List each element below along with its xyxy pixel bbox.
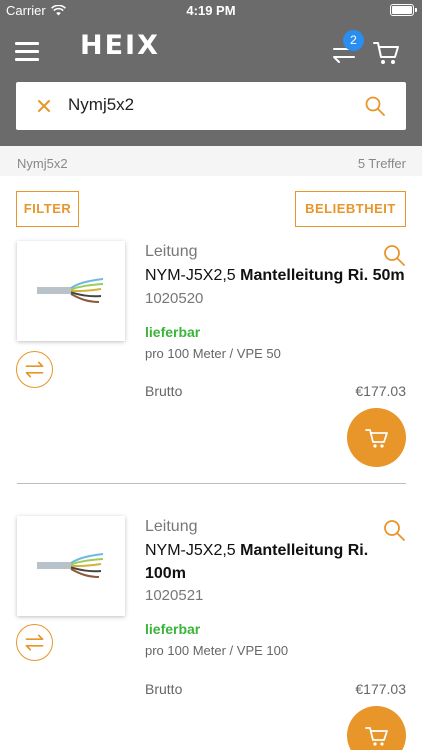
cart-icon — [365, 727, 388, 746]
battery-icon — [390, 4, 417, 16]
product-code: NYM-J5X2,5 — [145, 267, 236, 284]
results-count: 5 Treffer — [357, 156, 406, 171]
product-price: €177.03 — [355, 383, 406, 399]
product-image[interactable] — [17, 516, 125, 616]
product-price: €177.03 — [355, 681, 406, 697]
product-card[interactable]: Leitung NYM-J5X2,5 Mantelleitung Ri. 50m… — [0, 241, 422, 481]
add-to-cart-button[interactable] — [347, 706, 406, 750]
app-logo: HEIX — [80, 30, 160, 61]
product-category: Leitung — [145, 518, 198, 535]
results-summary: Nymj5x2 5 Treffer — [0, 146, 422, 176]
unit-info: pro 100 Meter / VPE 50 — [145, 346, 281, 361]
add-to-cart-button[interactable] — [347, 408, 406, 467]
availability-status: lieferbar — [145, 324, 201, 340]
search-input[interactable]: Nymj5x2 — [68, 95, 134, 115]
compare-toggle-icon[interactable] — [16, 351, 53, 388]
search-bar[interactable]: Nymj5x2 — [16, 82, 406, 130]
zoom-icon[interactable] — [382, 518, 406, 542]
product-divider — [17, 483, 406, 484]
product-name: Mantelleitung Ri. 50m — [240, 267, 405, 284]
cable-image — [37, 553, 104, 578]
unit-info: pro 100 Meter / VPE 100 — [145, 643, 289, 658]
compare-toggle-icon[interactable] — [16, 624, 53, 661]
menu-icon[interactable] — [15, 42, 39, 62]
cart-icon[interactable] — [372, 40, 400, 66]
compare-count-badge: 2 — [343, 30, 364, 51]
product-sku: 1020520 — [145, 290, 204, 307]
clear-search-icon[interactable] — [36, 98, 52, 114]
clock: 4:19 PM — [186, 3, 236, 18]
top-navbar: HEIX 2 Nymj5x2 — [0, 22, 422, 146]
cart-icon — [365, 429, 388, 448]
filter-button[interactable]: FILTER — [16, 191, 79, 227]
search-term-label: Nymj5x2 — [17, 156, 68, 171]
status-bar: Carrier 4:19 PM — [0, 0, 422, 22]
search-icon[interactable] — [364, 95, 386, 117]
price-label: Brutto — [145, 681, 183, 697]
availability-status: lieferbar — [145, 621, 201, 637]
cable-image — [37, 278, 104, 303]
price-label: Brutto — [145, 383, 183, 399]
sort-button[interactable]: BELIEBTHEIT — [295, 191, 406, 227]
product-category: Leitung — [145, 243, 198, 260]
product-title[interactable]: NYM-J5X2,5 Mantelleitung Ri. 50m — [145, 264, 407, 287]
product-sku: 1020521 — [145, 587, 204, 604]
product-code: NYM-J5X2,5 — [145, 542, 236, 559]
product-title[interactable]: NYM-J5X2,5 Mantelleitung Ri. 100m — [145, 539, 375, 585]
product-image[interactable] — [17, 241, 125, 341]
product-card[interactable]: Leitung NYM-J5X2,5 Mantelleitung Ri. 100… — [0, 516, 422, 750]
